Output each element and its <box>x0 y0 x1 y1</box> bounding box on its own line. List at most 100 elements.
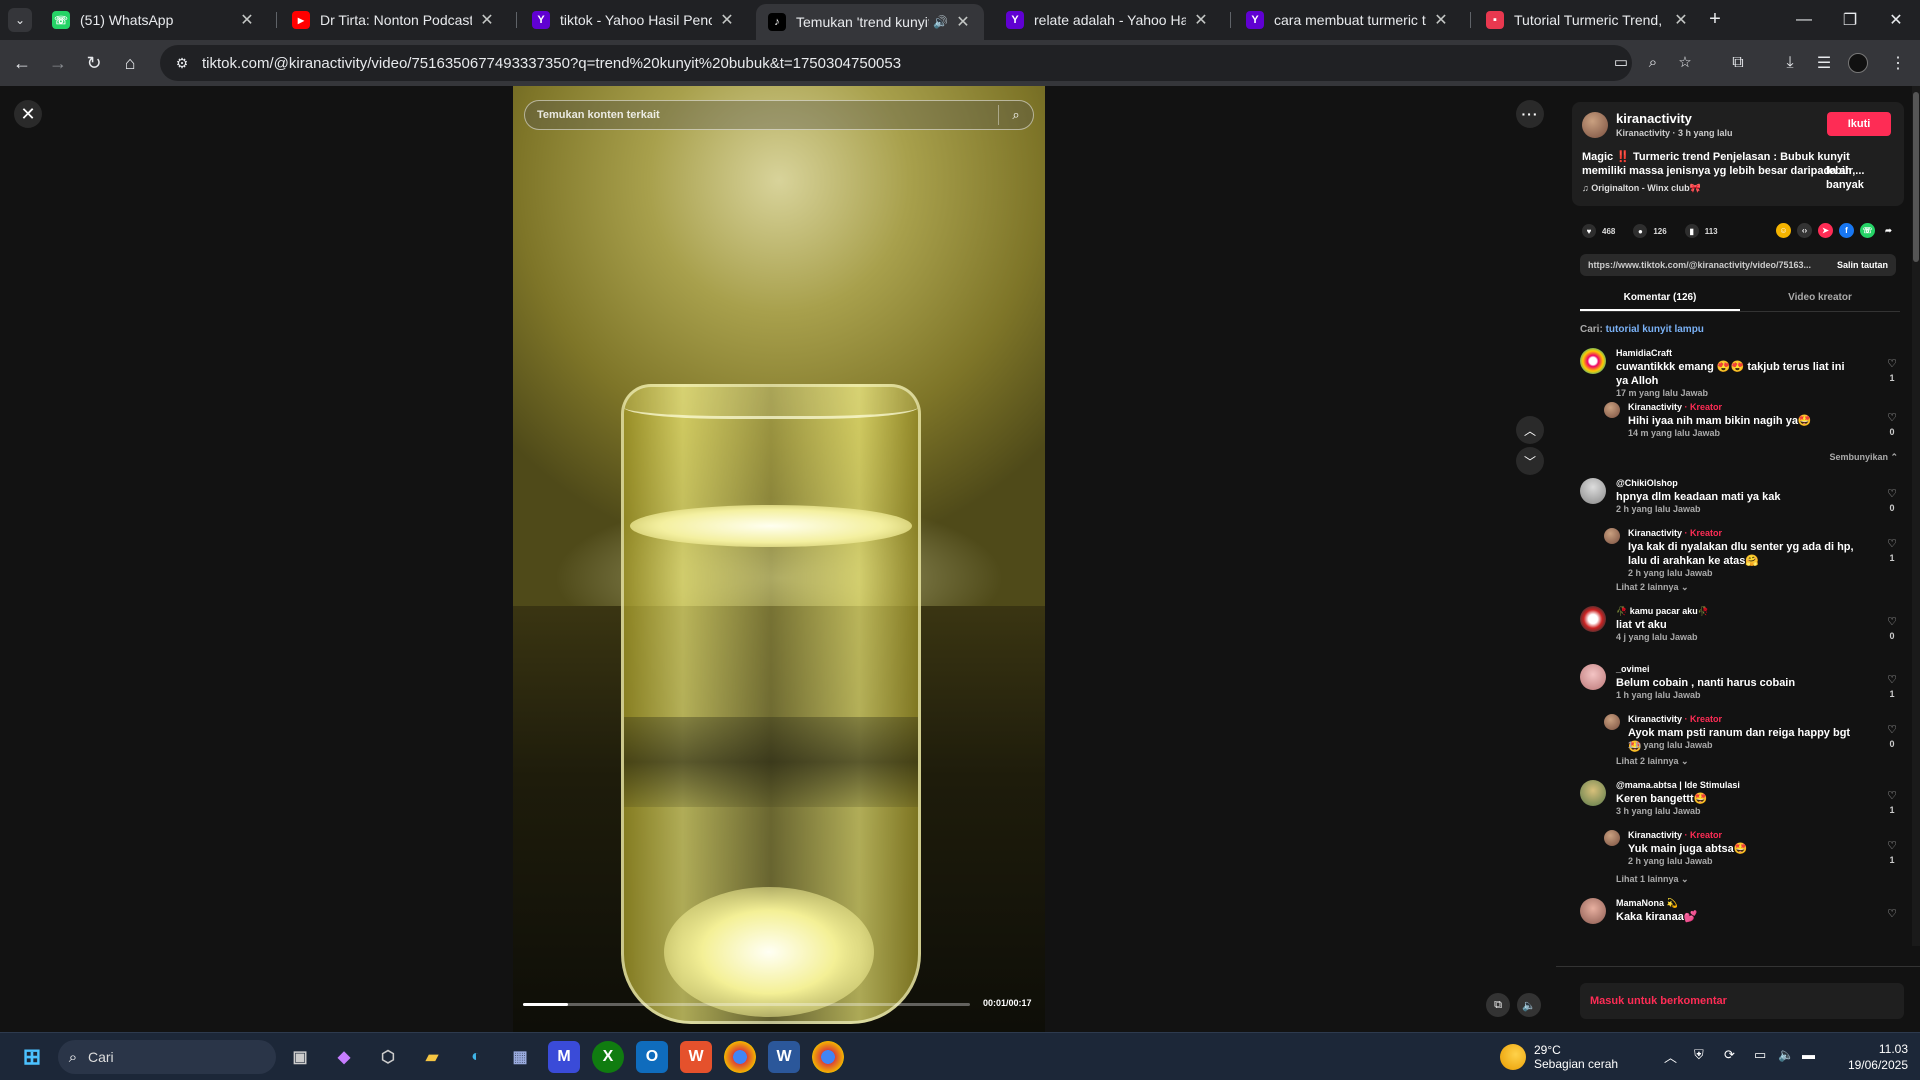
comment-author[interactable]: _ovimei <box>1616 664 1650 674</box>
tab-yahoo-relate[interactable]: Y relate adalah - Yahoo Hasil Pen ✕ <box>994 4 1222 36</box>
zoom-icon[interactable]: ⌕ <box>1640 49 1666 75</box>
share-arrow-icon[interactable]: ➦ <box>1881 223 1896 238</box>
close-tab-icon[interactable]: ✕ <box>478 10 496 30</box>
copilot-icon[interactable]: ◆ <box>328 1041 360 1073</box>
avatar[interactable] <box>1580 898 1606 924</box>
tab-yahoo-turmeric[interactable]: Y cara membuat turmeric trend t ✕ <box>1234 4 1462 36</box>
login-to-comment-button[interactable]: Masuk untuk berkomentar <box>1580 983 1904 1019</box>
tab-creator-videos[interactable]: Video kreator <box>1740 286 1900 311</box>
back-button[interactable]: ← <box>8 49 36 77</box>
home-button[interactable]: ⌂ <box>116 49 144 77</box>
browser-menu-icon[interactable]: ⋮ <box>1884 49 1912 77</box>
comment-author[interactable]: 🥀 kamu pacar aku🥀 <box>1616 606 1709 617</box>
comment-meta[interactable]: 1 h yang lalu Jawab <box>1616 690 1701 700</box>
profile-avatar[interactable] <box>1844 49 1872 77</box>
previous-video-icon[interactable]: ︿ <box>1516 416 1544 444</box>
close-window-button[interactable]: ✕ <box>1873 0 1919 40</box>
search-icon[interactable]: ⌕ <box>999 107 1033 123</box>
follow-button[interactable]: Ikuti <box>1827 112 1891 136</box>
music-link[interactable]: ♫ Originalton - Winx club🎀 <box>1582 183 1701 194</box>
avatar[interactable] <box>1580 478 1606 504</box>
comment-meta[interactable]: 14 m yang lalu Jawab <box>1628 428 1720 438</box>
bookmark-star-icon[interactable]: ☆ <box>1672 49 1698 75</box>
hide-replies-button[interactable]: Sembunyikan ⌃ <box>1829 452 1898 463</box>
windows-start-icon[interactable]: ⊞ <box>16 1041 48 1073</box>
like-comment-button[interactable]: ♡ 0 <box>1882 724 1902 750</box>
view-more-replies-button[interactable]: Lihat 2 lainnya ⌄ <box>1616 582 1689 593</box>
xbox-icon[interactable]: X <box>592 1041 624 1073</box>
avatar[interactable] <box>1580 348 1606 374</box>
tab-comments[interactable]: Komentar (126) <box>1580 286 1740 311</box>
avatar[interactable] <box>1604 402 1620 418</box>
avatar[interactable] <box>1582 112 1608 138</box>
close-tab-icon[interactable]: ✕ <box>1192 10 1210 30</box>
comment-author[interactable]: Kiranactivity · Kreator <box>1628 714 1722 724</box>
comment-author[interactable]: Kiranactivity · Kreator <box>1628 830 1722 840</box>
comment-meta[interactable]: 2 h yang lalu Jawab <box>1628 568 1713 578</box>
minimize-button[interactable]: — <box>1781 0 1827 40</box>
avatar[interactable] <box>1604 830 1620 846</box>
comment-meta[interactable]: 17 m yang lalu Jawab <box>1616 388 1708 398</box>
panel-scrollbar[interactable] <box>1912 86 1920 946</box>
search-suggestion-link[interactable]: tutorial kunyit lampu <box>1606 324 1704 335</box>
reload-button[interactable]: ↻ <box>80 49 108 77</box>
chrome-profile-icon[interactable] <box>812 1041 844 1073</box>
media-control-icon[interactable]: ☰ <box>1810 49 1838 77</box>
wps-icon[interactable]: W <box>680 1041 712 1073</box>
like-stat[interactable]: ♥ 468 <box>1582 224 1615 238</box>
search-input[interactable]: Temukan konten terkait <box>525 109 998 121</box>
more-options-icon[interactable]: ··· <box>1516 100 1544 128</box>
comment-meta[interactable]: 2 h yang lalu Jawab <box>1616 504 1701 514</box>
comment-meta[interactable]: 1 h yang lalu Jawab <box>1628 740 1713 750</box>
download-icon[interactable]: ⤓ <box>1776 49 1804 77</box>
task-view-icon[interactable]: ▣ <box>284 1041 316 1073</box>
video-progress-bar[interactable] <box>523 1003 970 1006</box>
save-stat[interactable]: ▮ 113 <box>1684 224 1718 238</box>
like-comment-button[interactable]: ♡ 0 <box>1882 412 1902 438</box>
like-comment-button[interactable]: ♡ 1 <box>1882 358 1902 384</box>
close-tab-icon[interactable]: ✕ <box>954 12 972 32</box>
tab-search-button[interactable]: ⌄ <box>8 8 32 32</box>
avatar[interactable] <box>1604 528 1620 544</box>
battery-icon[interactable]: ▬ <box>1802 1047 1815 1062</box>
avatar[interactable] <box>1580 664 1606 690</box>
close-tab-icon[interactable]: ✕ <box>718 10 736 30</box>
cast-icon[interactable]: ▭ <box>1608 49 1634 75</box>
extensions-icon[interactable]: ⧉ <box>1724 49 1752 77</box>
copy-link-button[interactable]: Salin tautan <box>1829 260 1896 270</box>
site-info-icon[interactable]: ⚙ <box>168 55 196 72</box>
close-tab-icon[interactable]: ✕ <box>1672 10 1690 30</box>
comment-author[interactable]: @mama.abtsa | Ide Stimulasi <box>1616 780 1740 790</box>
restore-button[interactable]: ❐ <box>1827 0 1873 40</box>
comment-author[interactable]: Kiranactivity · Kreator <box>1628 528 1722 538</box>
like-comment-button[interactable]: ♡ 1 <box>1882 674 1902 700</box>
comment-meta[interactable]: 2 h yang lalu Jawab <box>1628 856 1713 866</box>
facebook-icon[interactable]: f <box>1839 223 1854 238</box>
outlook-icon[interactable]: O <box>636 1041 668 1073</box>
comment-author[interactable]: Kiranactivity · Kreator <box>1628 402 1722 412</box>
like-comment-button[interactable]: ♡ 0 <box>1882 616 1902 642</box>
view-more-replies-button[interactable]: Lihat 2 lainnya ⌄ <box>1616 756 1689 767</box>
address-bar[interactable]: ⚙ tiktok.com/@kiranactivity/video/751635… <box>160 45 1632 81</box>
speaker-icon[interactable]: 🔊 <box>933 15 948 29</box>
video-frame[interactable] <box>513 86 1045 1032</box>
new-tab-button[interactable]: + <box>1703 8 1727 32</box>
tray-chevron-icon[interactable]: ︿ <box>1664 1047 1677 1066</box>
file-explorer-icon[interactable]: ▰ <box>416 1041 448 1073</box>
forward-button[interactable]: → <box>44 49 72 77</box>
like-comment-button[interactable]: ♡ 1 <box>1882 538 1902 564</box>
store-icon[interactable]: ▦ <box>504 1041 536 1073</box>
edge-icon[interactable]: ◐ <box>460 1041 492 1073</box>
address-url[interactable]: tiktok.com/@kiranactivity/video/75163506… <box>202 55 901 72</box>
like-comment-button[interactable]: ♡ 0 <box>1882 488 1902 514</box>
close-tab-icon[interactable]: ✕ <box>1432 10 1450 30</box>
tab-tutorial[interactable]: ▪ Tutorial Turmeric Trend, Eksper ✕ <box>1474 4 1702 36</box>
sync-icon[interactable]: ⟳ <box>1724 1047 1735 1063</box>
comment-meta[interactable]: 3 h yang lalu Jawab <box>1616 806 1701 816</box>
tab-yahoo-tiktok[interactable]: Y tiktok - Yahoo Hasil Pencarian ✕ <box>520 4 748 36</box>
tab-whatsapp[interactable]: ☏ (51) WhatsApp ✕ <box>40 4 268 36</box>
security-icon[interactable]: ⛨ <box>1694 1047 1704 1063</box>
close-icon[interactable]: ✕ <box>14 100 42 128</box>
emoji-share-icon[interactable]: ☺ <box>1776 223 1791 238</box>
taskbar-search-input[interactable]: Cari <box>88 1049 114 1065</box>
